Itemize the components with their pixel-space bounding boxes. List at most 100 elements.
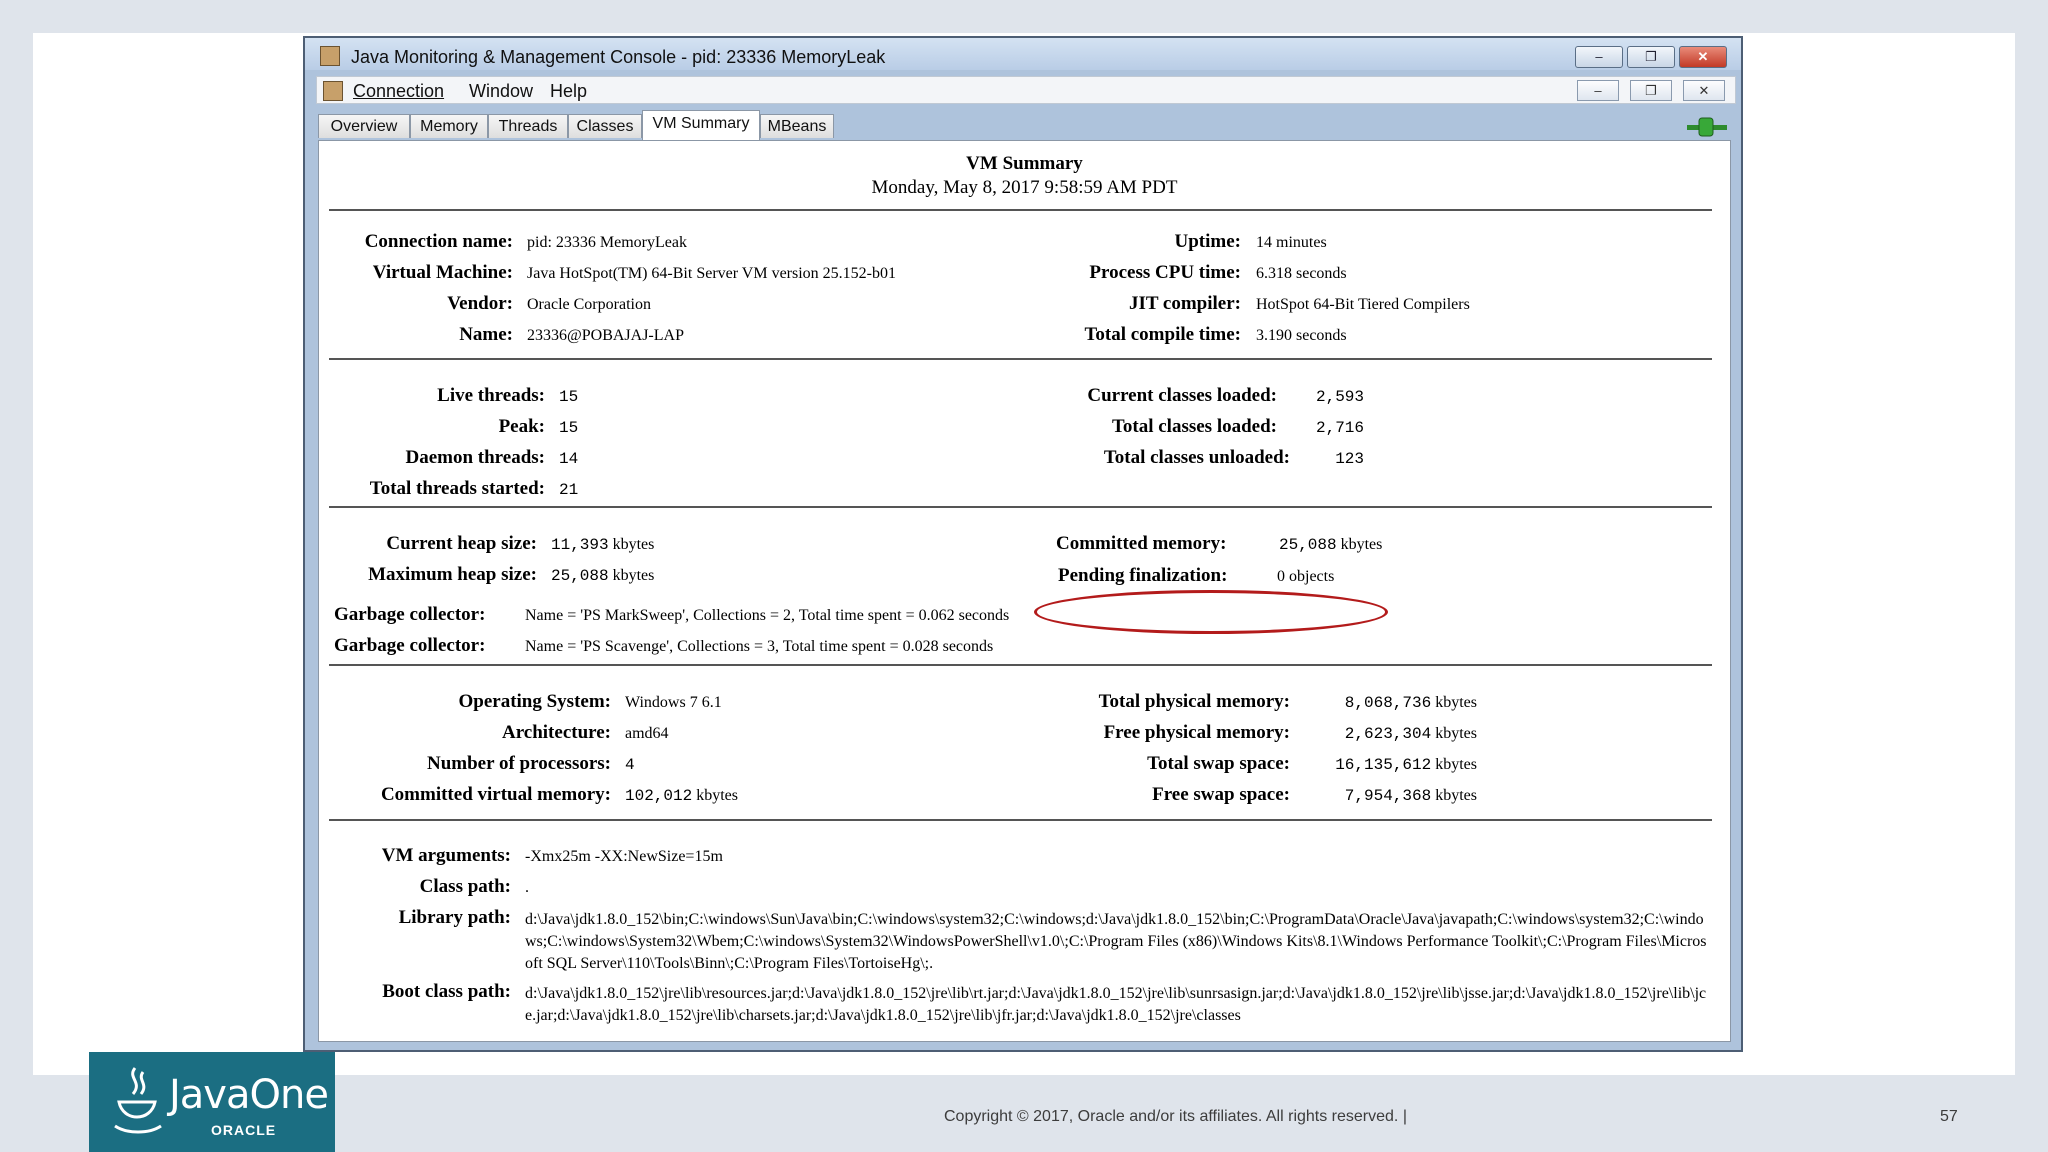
- number-of-processors-label: Number of processors:: [427, 753, 611, 774]
- live-threads-label: Live threads:: [437, 385, 545, 406]
- garbage-collector-label: Garbage collector:: [334, 604, 486, 625]
- tab-memory[interactable]: Memory: [410, 114, 488, 138]
- uptime-label: Uptime:: [1174, 231, 1241, 252]
- boot-class-path-label: Boot class path:: [382, 981, 511, 1002]
- jconsole-window[interactable]: Java Monitoring & Management Console - p…: [303, 36, 1743, 1052]
- class-path-label: Class path:: [419, 876, 511, 897]
- pending-finalization-label: Pending finalization:: [1058, 565, 1228, 586]
- garbage-collector-label: Garbage collector:: [334, 635, 486, 656]
- library-path-label: Library path:: [398, 907, 511, 928]
- tab-threads[interactable]: Threads: [488, 114, 568, 138]
- garbage-collector-value: Name = 'PS Scavenge', Collections = 3, T…: [525, 638, 994, 655]
- current-heap-size-value: 11,393 kbytes: [551, 536, 655, 554]
- java-cup-icon: [320, 46, 340, 66]
- maximize-button[interactable]: ❐: [1627, 46, 1675, 68]
- current-heap-size-label: Current heap size:: [386, 533, 537, 554]
- divider: [329, 358, 1712, 360]
- maximum-heap-size-label: Maximum heap size:: [368, 564, 537, 585]
- current-classes-loaded-label: Current classes loaded:: [1087, 385, 1277, 406]
- title-bar[interactable]: Java Monitoring & Management Console - p…: [305, 38, 1741, 70]
- name-label: Name:: [459, 324, 513, 345]
- current-classes-loaded-value: 2,593: [1315, 388, 1364, 406]
- garbage-collector-value: Name = 'PS MarkSweep', Collections = 2, …: [525, 607, 1010, 624]
- architecture-label: Architecture:: [501, 722, 611, 743]
- number-of-processors-value: 4: [625, 756, 635, 774]
- total-threads-started-value: 21: [559, 481, 579, 499]
- divider: [329, 209, 1712, 211]
- boot-class-path-value: d:\Java\jdk1.8.0_152\jre\lib\resources.j…: [525, 985, 1707, 1024]
- divider: [329, 664, 1712, 666]
- minimize-button[interactable]: –: [1575, 46, 1623, 68]
- free-swap-space-label: Free swap space:: [1152, 784, 1290, 805]
- divider: [329, 506, 1712, 508]
- class-path-value: .: [525, 879, 529, 896]
- total-classes-loaded-value: 2,716: [1315, 419, 1364, 437]
- free-physical-memory-label: Free physical memory:: [1103, 722, 1290, 743]
- java-cup-icon: [114, 1067, 162, 1134]
- free-swap-space-value: 7,954,368 kbytes: [1344, 787, 1477, 805]
- virtual-machine-label: Virtual Machine:: [372, 262, 513, 283]
- close-button[interactable]: ✕: [1679, 46, 1727, 68]
- pending-finalization-value: 0 objects: [1277, 568, 1335, 585]
- divider: [329, 819, 1712, 821]
- tab-overview[interactable]: Overview: [318, 114, 410, 138]
- total-physical-memory-value: 8,068,736 kbytes: [1344, 694, 1477, 712]
- name-value: 23336@POBAJAJ-LAP: [527, 327, 684, 344]
- tab-classes[interactable]: Classes: [568, 114, 642, 138]
- logo-text: JavaOne: [169, 1072, 329, 1118]
- mdi-close-button[interactable]: ✕: [1683, 80, 1725, 101]
- menu-connection[interactable]: Connection: [353, 81, 444, 102]
- menu-bar: Connection Window Help – ❐ ✕: [316, 76, 1736, 104]
- connection-name-value: pid: 23336 MemoryLeak: [527, 234, 687, 251]
- total-threads-started-label: Total threads started:: [369, 478, 545, 499]
- uptime-value: 14 minutes: [1256, 234, 1327, 251]
- menu-window[interactable]: Window: [469, 81, 533, 102]
- vendor-value: Oracle Corporation: [527, 296, 651, 313]
- total-compile-time-label: Total compile time:: [1084, 324, 1241, 345]
- total-classes-loaded-label: Total classes loaded:: [1111, 416, 1277, 437]
- peak-threads-label: Peak:: [498, 416, 545, 437]
- mdi-minimize-button[interactable]: –: [1577, 80, 1619, 101]
- page-number: 57: [1940, 1108, 1958, 1125]
- logo-sub: ORACLE: [211, 1122, 277, 1138]
- summary-date: Monday, May 8, 2017 9:58:59 AM PDT: [871, 177, 1178, 198]
- virtual-machine-value: Java HotSpot(TM) 64-Bit Server VM versio…: [527, 265, 896, 282]
- library-path-value: d:\Java\jdk1.8.0_152\bin;C:\windows\Sun\…: [525, 911, 1707, 972]
- window-title: Java Monitoring & Management Console - p…: [351, 47, 886, 67]
- connection-status-icon: [1687, 117, 1727, 137]
- operating-system-value: Windows 7 6.1: [625, 694, 722, 711]
- committed-virtual-memory-value: 102,012 kbytes: [625, 787, 738, 805]
- vm-arguments-label: VM arguments:: [381, 845, 511, 866]
- free-physical-memory-value: 2,623,304 kbytes: [1344, 725, 1477, 743]
- copyright-text: Copyright © 2017, Oracle and/or its affi…: [944, 1108, 1407, 1125]
- peak-threads-value: 15: [559, 419, 579, 437]
- committed-memory-label: Committed memory:: [1056, 533, 1227, 554]
- live-threads-value: 15: [559, 388, 579, 406]
- maximum-heap-size-value: 25,088 kbytes: [551, 567, 655, 585]
- vm-arguments-value: -Xmx25m -XX:NewSize=15m: [525, 848, 723, 865]
- daemon-threads-label: Daemon threads:: [405, 447, 545, 468]
- committed-memory-value: 25,088 kbytes: [1279, 536, 1383, 554]
- jit-compiler-label: JIT compiler:: [1128, 293, 1241, 314]
- mdi-restore-button[interactable]: ❐: [1630, 80, 1672, 101]
- architecture-value: amd64: [625, 725, 669, 742]
- daemon-threads-value: 14: [559, 450, 579, 468]
- highlight-ellipse: [1034, 590, 1388, 634]
- total-classes-unloaded-value: 123: [1335, 450, 1364, 468]
- process-cpu-time-value: 6.318 seconds: [1256, 265, 1347, 282]
- process-cpu-time-label: Process CPU time:: [1089, 262, 1241, 283]
- summary-title: VM Summary: [966, 153, 1083, 174]
- vendor-label: Vendor:: [447, 293, 513, 314]
- tab-mbeans[interactable]: MBeans: [760, 114, 834, 138]
- total-swap-space-label: Total swap space:: [1147, 753, 1290, 774]
- jit-compiler-value: HotSpot 64-Bit Tiered Compilers: [1256, 296, 1470, 313]
- operating-system-label: Operating System:: [458, 691, 611, 712]
- tab-vm-summary[interactable]: VM Summary: [642, 110, 760, 140]
- connection-name-label: Connection name:: [364, 231, 513, 252]
- vm-summary-panel: VM Summary Monday, May 8, 2017 9:58:59 A…: [318, 140, 1731, 1042]
- total-compile-time-value: 3.190 seconds: [1256, 327, 1347, 344]
- java-cup-icon: [323, 81, 343, 101]
- menu-help[interactable]: Help: [550, 81, 587, 102]
- javaone-logo: JavaOne ORACLE: [89, 1052, 335, 1152]
- committed-virtual-memory-label: Committed virtual memory:: [380, 784, 611, 805]
